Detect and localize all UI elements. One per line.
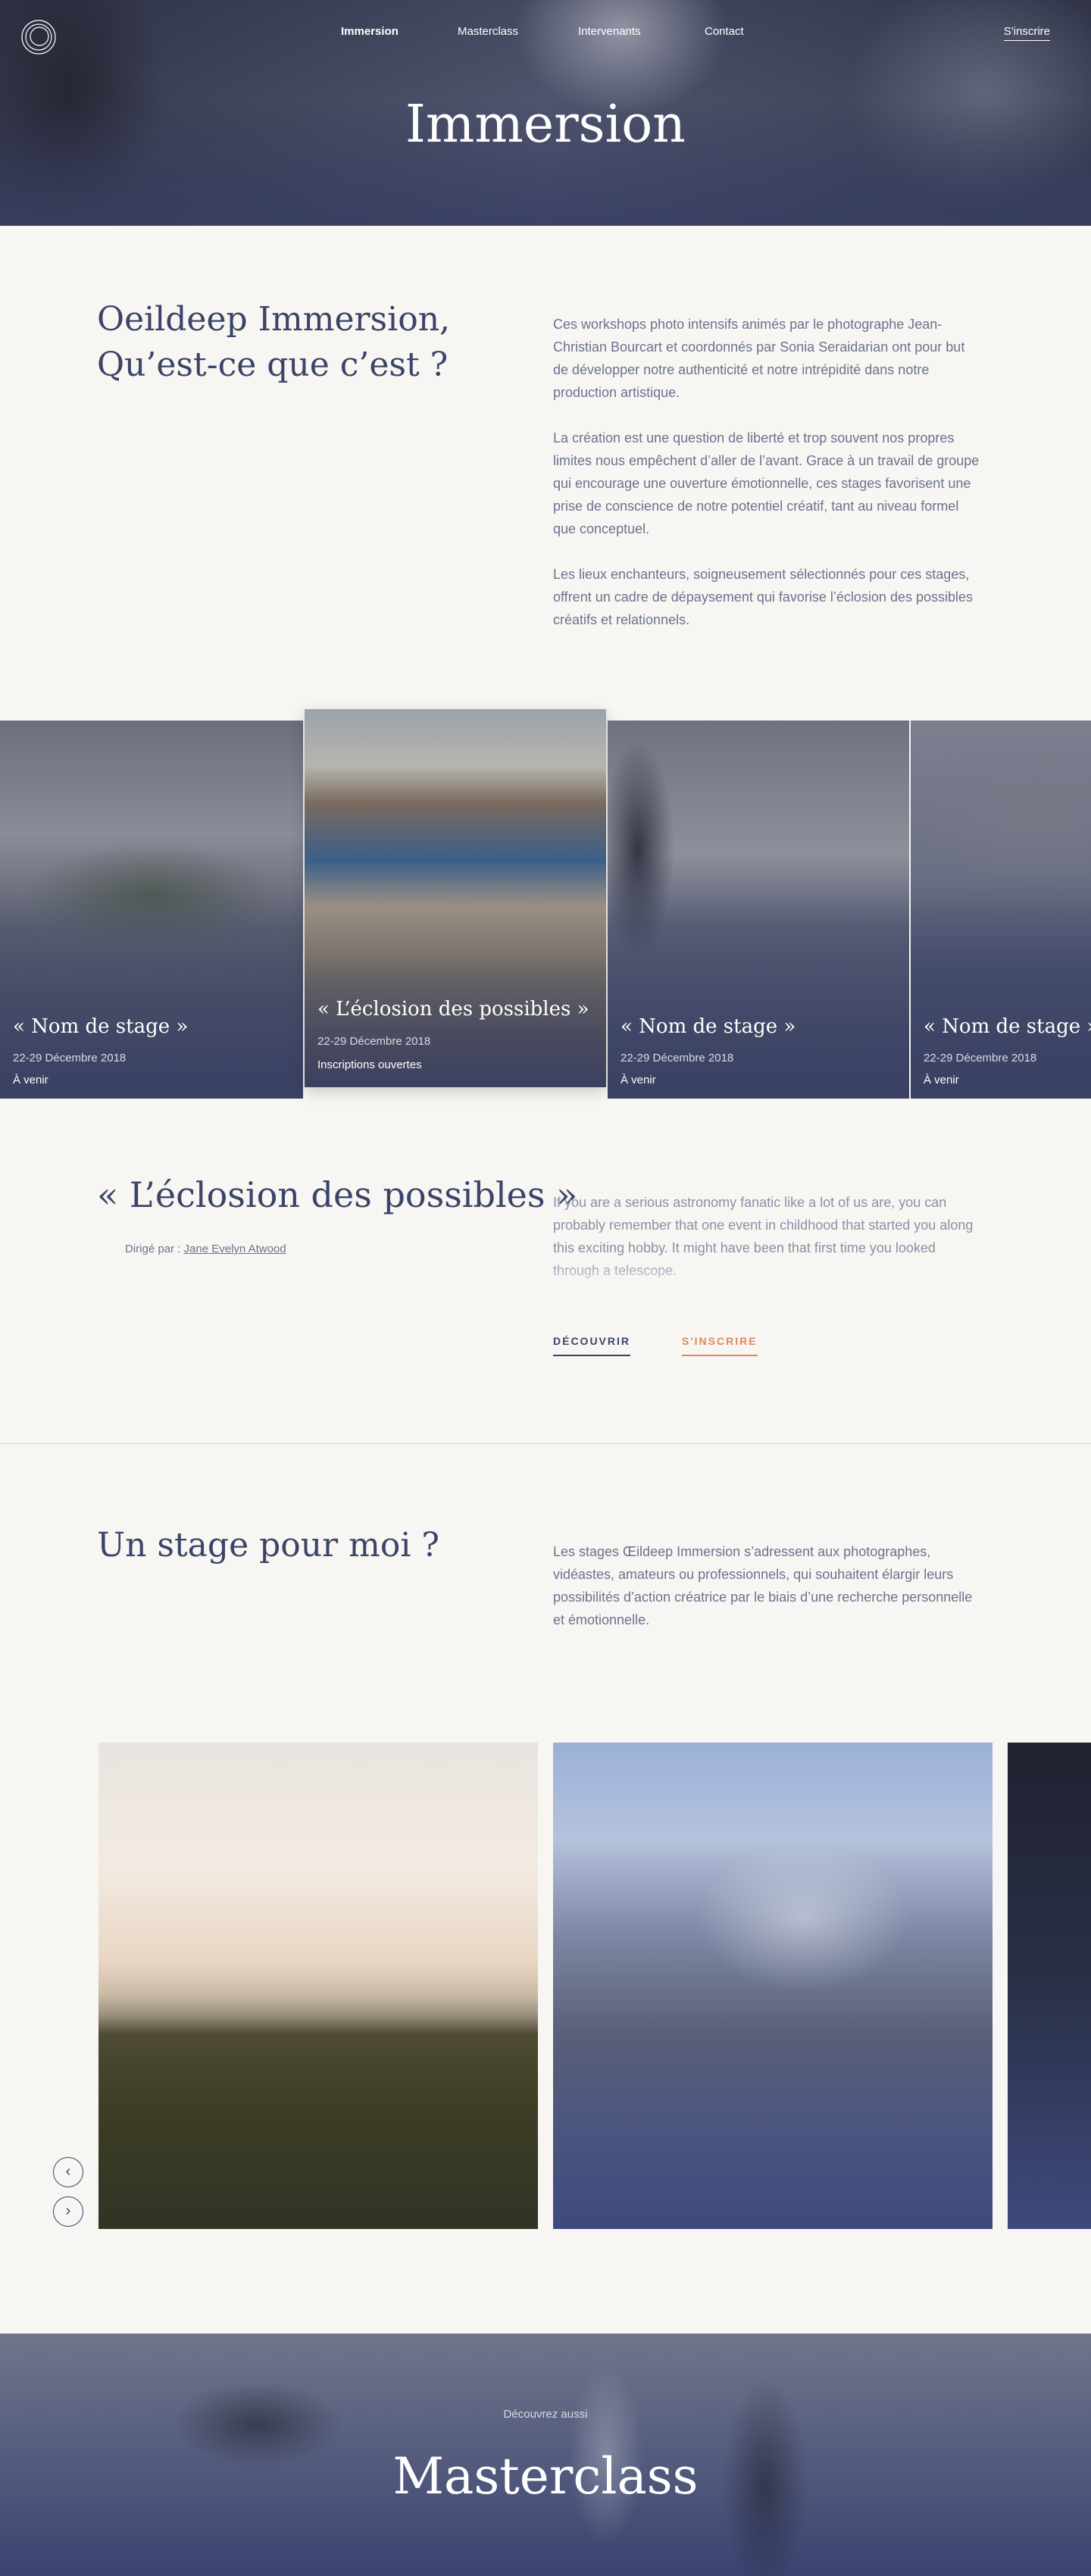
stage-name: « Nom de stage » xyxy=(621,1015,796,1038)
hero-banner: Immersion Masterclass Intervenants Conta… xyxy=(0,0,1091,226)
stage-date: 22-29 Décembre 2018 xyxy=(13,1052,127,1064)
stage-name: « Nom de stage » xyxy=(924,1015,1091,1038)
gallery-photo xyxy=(1008,1743,1091,2229)
intro-title-line2: Qu’est-ce que c’est ? xyxy=(97,345,449,384)
director-label: Dirigé par : xyxy=(125,1243,181,1255)
signup-link[interactable]: S'inscrire xyxy=(1003,25,1050,41)
stage-date: 22-29 Décembre 2018 xyxy=(621,1052,734,1064)
gallery-photo xyxy=(98,1743,538,2229)
page-title: Immersion xyxy=(405,95,686,155)
gallery-photo xyxy=(553,1743,993,2229)
stage-card[interactable]: « Nom de stage » 22-29 Décembre 2018 À v… xyxy=(0,721,303,1099)
stage-name: « L’éclosion des possibles » xyxy=(317,998,589,1021)
teaser-subtitle: Découvrez aussi xyxy=(503,2408,588,2421)
discover-button[interactable]: DÉCOUVRIR xyxy=(553,1335,631,1356)
intro-paragraph: Ces workshops photo intensifs animés par… xyxy=(553,317,965,400)
stage-card[interactable]: « Nom de stage » 22-29 Décembre 2018 À v… xyxy=(911,721,1091,1099)
stage-date: 22-29 Décembre 2018 xyxy=(317,1035,431,1048)
featured-stage-title: « L’éclosion des possibles » xyxy=(97,1174,578,1215)
featured-director: Dirigé par : Jane Evelyn Atwood xyxy=(125,1243,286,1255)
stage-status: À venir xyxy=(924,1074,959,1086)
intro-title: Oeildeep Immersion, Qu’est-ce que c’est … xyxy=(97,297,491,388)
gallery-next-button[interactable]: › xyxy=(53,2196,83,2227)
section-text: Les stages Œildeep Immersion s’adressent… xyxy=(553,1544,973,1627)
stage-name: « Nom de stage » xyxy=(13,1015,189,1038)
masterclass-teaser[interactable]: Découvrez aussi Masterclass xyxy=(0,2334,1091,2576)
intro-paragraph: Les lieux enchanteurs, soigneusement sél… xyxy=(553,567,974,627)
stage-status: Inscriptions ouvertes xyxy=(317,1058,422,1071)
stage-status: À venir xyxy=(621,1074,656,1086)
nav-item-immersion[interactable]: Immersion xyxy=(341,25,399,38)
director-link[interactable]: Jane Evelyn Atwood xyxy=(184,1243,286,1255)
teaser-title: Masterclass xyxy=(392,2447,699,2506)
register-button[interactable]: S'INSCRIRE xyxy=(682,1335,758,1356)
stage-date: 22-29 Décembre 2018 xyxy=(924,1052,1037,1064)
main-nav: Immersion Masterclass Intervenants Conta… xyxy=(0,25,1091,40)
nav-item-masterclass[interactable]: Masterclass xyxy=(458,25,518,38)
section-title: Un stage pour moi ? xyxy=(97,1526,439,1565)
nav-item-intervenants[interactable]: Intervenants xyxy=(578,25,641,38)
stage-status: À venir xyxy=(13,1074,48,1086)
gallery-prev-button[interactable]: ‹ xyxy=(53,2157,83,2187)
section-divider xyxy=(0,1443,1091,1444)
intro-paragraph: La création est une question de liberté … xyxy=(553,430,980,536)
intro-text: Ces workshops photo intensifs animés par… xyxy=(553,313,981,654)
nav-item-contact[interactable]: Contact xyxy=(705,25,744,38)
intro-title-line1: Oeildeep Immersion, xyxy=(97,300,451,339)
stage-card-active[interactable]: « L’éclosion des possibles » 22-29 Décem… xyxy=(305,709,606,1087)
stage-card[interactable]: « Nom de stage » 22-29 Décembre 2018 À v… xyxy=(608,721,909,1099)
